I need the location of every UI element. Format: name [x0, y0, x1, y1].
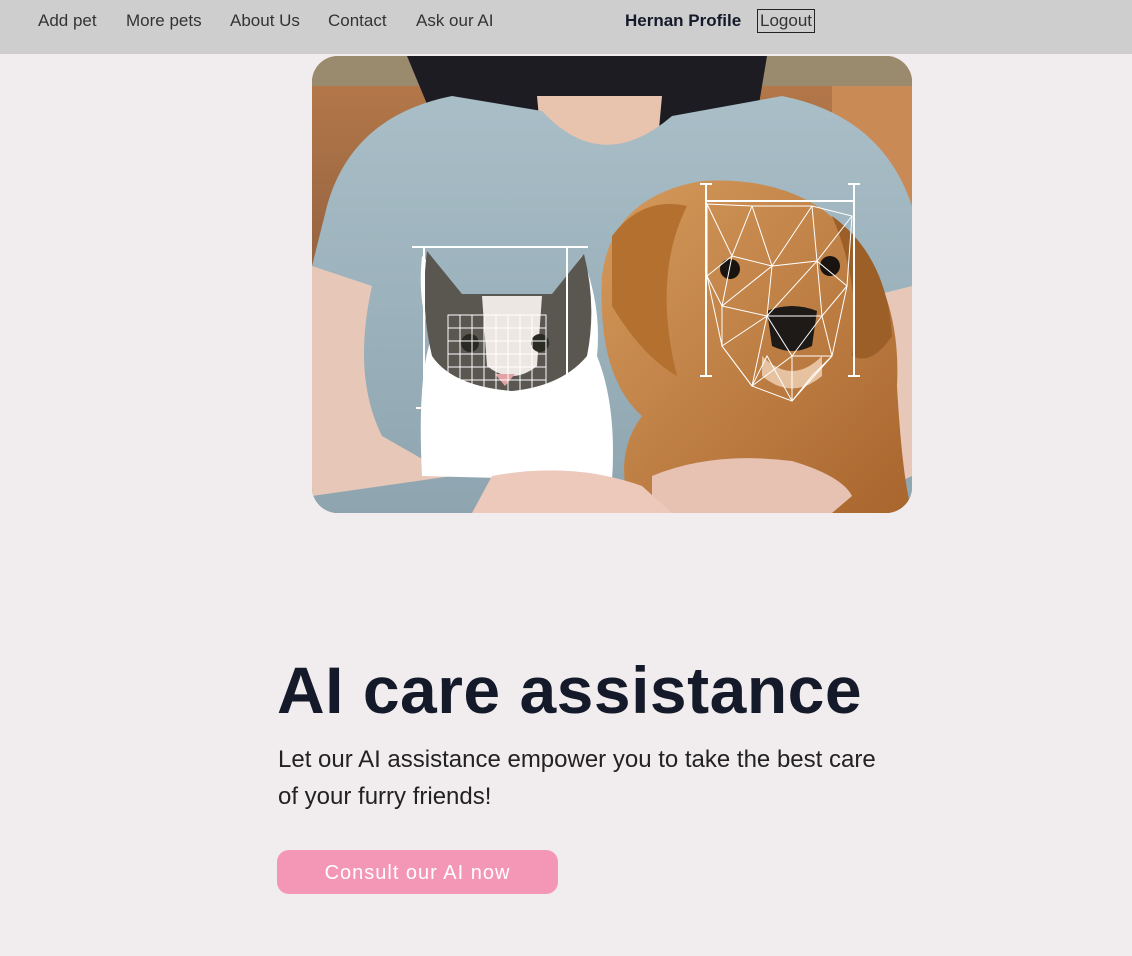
- profile-link[interactable]: Hernan Profile: [625, 11, 741, 31]
- consult-ai-button[interactable]: Consult our AI now: [277, 850, 558, 894]
- nav-link-ask-ai[interactable]: Ask our AI: [416, 11, 493, 31]
- page-headline: AI care assistance: [277, 653, 863, 727]
- pet-face-recognition-illustration: [312, 56, 912, 513]
- nav-link-about-us[interactable]: About Us: [230, 11, 300, 31]
- hero-subtext: Let our AI assistance empower you to tak…: [278, 746, 876, 810]
- logout-button[interactable]: Logout: [757, 9, 815, 33]
- hero-image: [312, 56, 912, 513]
- nav-link-more-pets[interactable]: More pets: [126, 11, 202, 31]
- nav-link-add-pet[interactable]: Add pet: [38, 11, 97, 31]
- top-navbar: Add pet More pets About Us Contact Ask o…: [0, 0, 1132, 54]
- nav-link-contact[interactable]: Contact: [328, 11, 387, 31]
